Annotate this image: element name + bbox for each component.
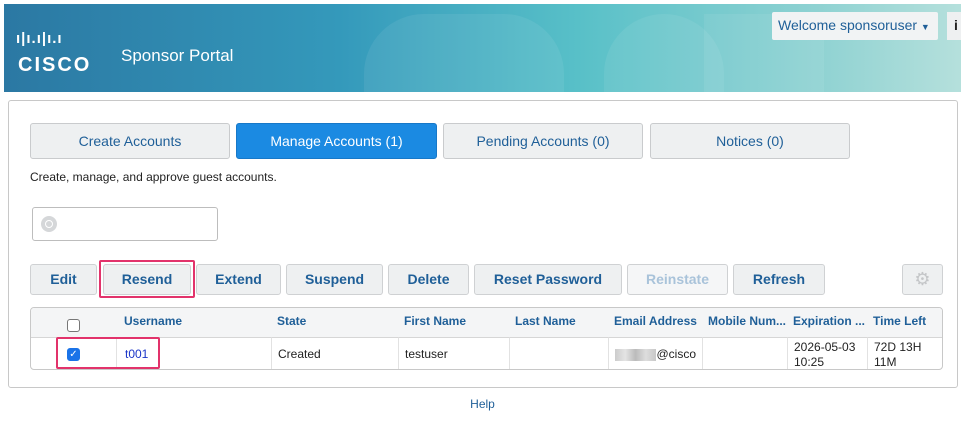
suspend-button[interactable]: Suspend (286, 264, 383, 295)
welcome-label: Welcome sponsoruser (778, 17, 918, 33)
state-cell: Created (271, 337, 398, 369)
accounts-table: Username State First Name Last Name Emai… (30, 307, 943, 370)
first-name-cell: testuser (398, 337, 509, 369)
portal-header: ı|ı.ı|ı.ı CISCO Sponsor Portal Welcome s… (4, 4, 961, 92)
edit-button[interactable]: Edit (30, 264, 97, 295)
expiration-cell: 2026-05-03 10:25 (787, 337, 867, 369)
col-first-name[interactable]: First Name (398, 308, 509, 337)
tab-notices[interactable]: Notices (0) (650, 123, 850, 159)
cisco-logo-text: CISCO (18, 54, 92, 76)
last-name-cell (509, 337, 608, 369)
email-cell: @cisco (608, 337, 702, 369)
tab-manage-accounts[interactable]: Manage Accounts (1) (236, 123, 437, 159)
reset-password-button[interactable]: Reset Password (474, 264, 622, 295)
resend-highlight (99, 260, 195, 298)
col-state[interactable]: State (271, 308, 398, 337)
col-email[interactable]: Email Address (608, 308, 702, 337)
gear-icon: ⚙ (914, 269, 931, 289)
select-all-cell (31, 308, 116, 337)
caret-down-icon: ▼ (920, 22, 930, 32)
user-menu-dropdown[interactable]: Welcome sponsoruser ▼ (772, 12, 938, 40)
redacted-email (615, 348, 657, 361)
email-domain: @cisco (656, 347, 696, 361)
reinstate-button[interactable]: Reinstate (627, 264, 728, 295)
tab-pending-accounts[interactable]: Pending Accounts (0) (443, 123, 643, 159)
help-link[interactable]: Help (470, 397, 495, 411)
portal-title: Sponsor Portal (121, 46, 234, 65)
tab-create-accounts[interactable]: Create Accounts (30, 123, 230, 159)
search-icon (41, 216, 57, 232)
settings-gear-button[interactable]: ⚙ (902, 264, 943, 295)
row-highlight (56, 337, 160, 369)
col-expiration[interactable]: Expiration ... (787, 308, 867, 337)
col-time-left[interactable]: Time Left (867, 308, 942, 337)
info-icon[interactable]: i (947, 12, 961, 40)
col-username[interactable]: Username (116, 308, 271, 337)
mobile-cell (702, 337, 787, 369)
search-input[interactable] (32, 207, 218, 241)
col-last-name[interactable]: Last Name (509, 308, 608, 337)
col-mobile[interactable]: Mobile Num... (702, 308, 787, 337)
footer: Help (0, 397, 965, 411)
page-description: Create, manage, and approve guest accoun… (30, 170, 277, 184)
refresh-button[interactable]: Refresh (733, 264, 825, 295)
cisco-logo-icon: ı|ı.ı|ı.ı (16, 30, 63, 47)
select-all-checkbox[interactable] (67, 319, 80, 332)
delete-button[interactable]: Delete (388, 264, 469, 295)
time-left-cell: 72D 13H 11M (867, 337, 942, 369)
extend-button[interactable]: Extend (196, 264, 281, 295)
